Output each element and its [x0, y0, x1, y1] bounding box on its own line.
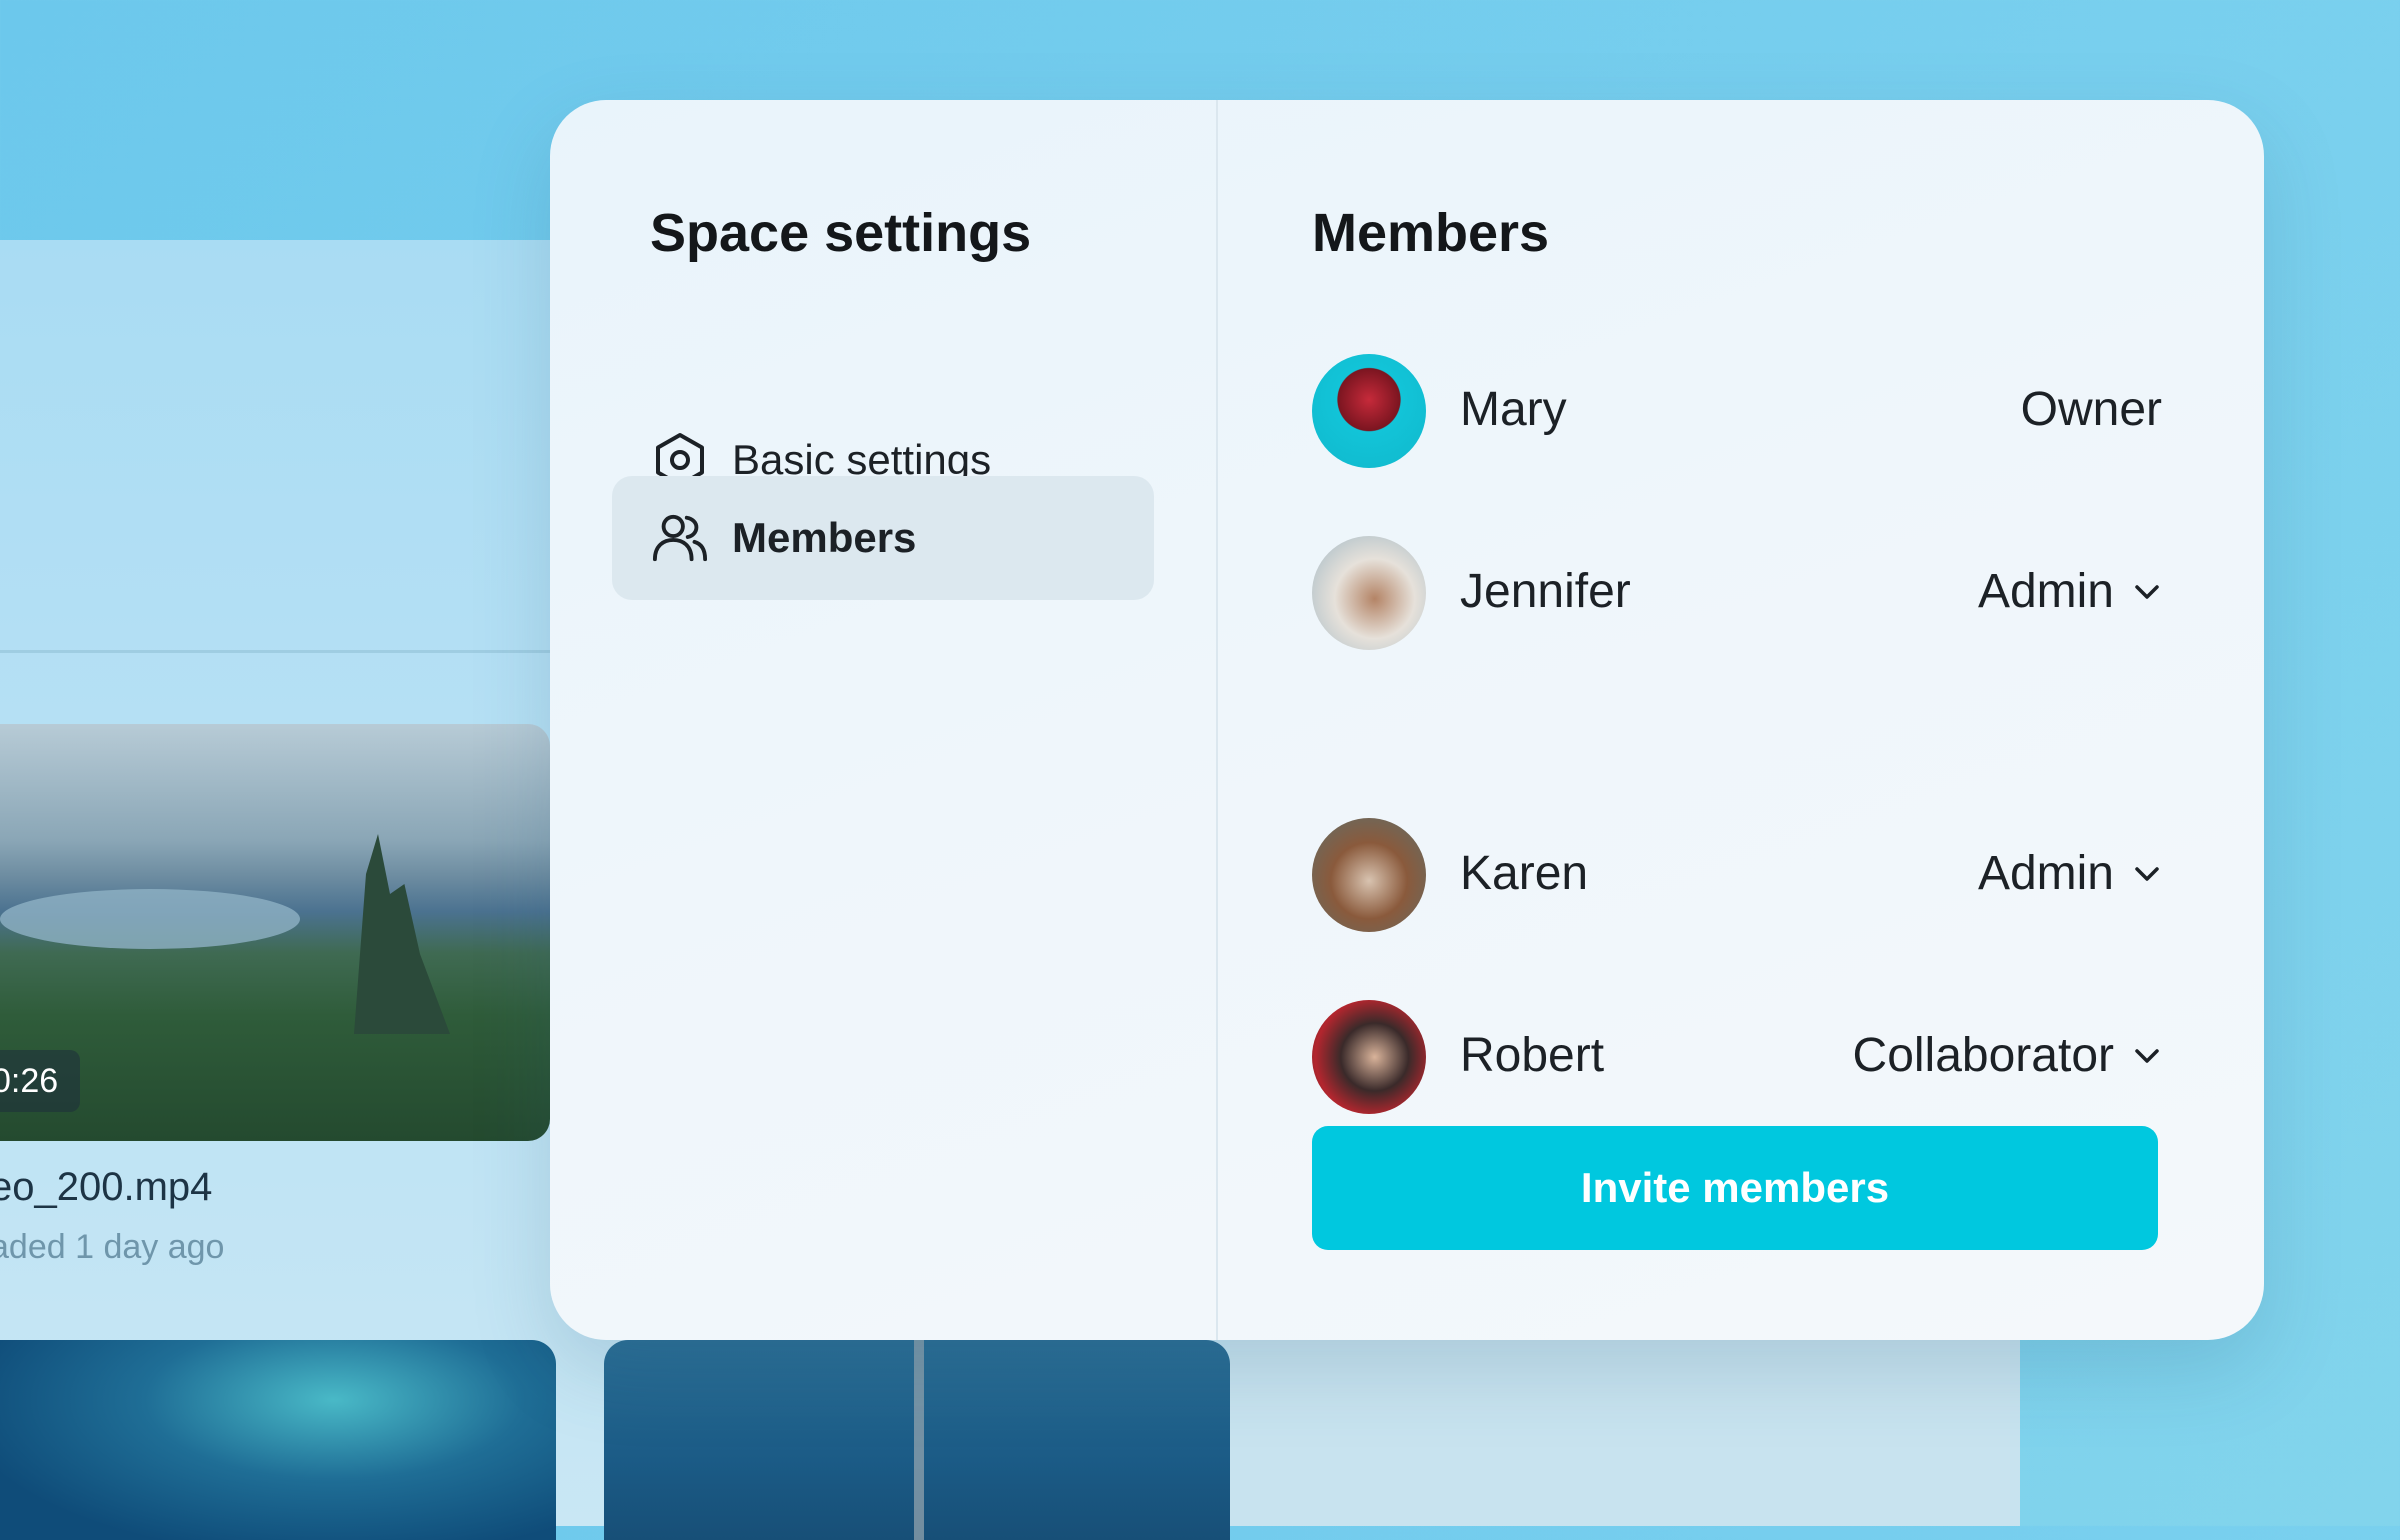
invite-members-button[interactable]: Invite members [1312, 1126, 2158, 1250]
member-role: Owner [2021, 382, 2162, 437]
chevron-down-icon [2132, 859, 2162, 889]
aurora-thumbnail[interactable] [0, 1340, 556, 1540]
thumbnail-lake [0, 889, 300, 949]
background-divider [0, 650, 550, 653]
role-dropdown[interactable]: Admin [1978, 846, 2162, 901]
member-name: Karen [1460, 847, 1589, 900]
avatar [1312, 1000, 1426, 1114]
avatar [1312, 818, 1426, 932]
member-role-label: Admin [1977, 565, 2114, 618]
thumbnail-mountain [354, 834, 450, 1034]
chevron-down-icon [2132, 577, 2162, 607]
background-panel [1230, 1340, 2020, 1526]
member-role-label: Admin [1977, 847, 2114, 900]
space-settings-modal: Space settings Basic settings Members Me… [550, 100, 2264, 1340]
member-row: Robert Collaborator [1312, 1000, 2162, 1116]
members-panel: Members Mary Owner Jennifer Admin Karen [550, 100, 2264, 1340]
avatar [1312, 536, 1426, 650]
chevron-down-icon [2132, 1041, 2162, 1071]
member-role-label: Collaborator [1852, 1029, 2114, 1082]
role-dropdown[interactable]: Admin [1978, 564, 2162, 619]
member-row: Jennifer Admin [1312, 536, 2162, 652]
member-name: Jennifer [1460, 565, 1631, 618]
video-upload-time: aded 1 day ago [0, 1228, 225, 1266]
video-file-name[interactable]: eo_200.mp4 [0, 1165, 212, 1210]
member-role-label: Owner [2020, 383, 2162, 436]
role-dropdown[interactable]: Collaborator [1853, 1028, 2162, 1083]
member-row: Karen Admin [1312, 818, 2162, 934]
member-row: Mary Owner [1312, 354, 2162, 470]
city-thumbnail[interactable] [604, 1340, 1230, 1540]
avatar [1312, 354, 1426, 468]
member-name: Mary [1460, 383, 1567, 436]
video-duration-badge: 0:26 [0, 1050, 80, 1112]
video-thumbnail[interactable] [0, 724, 550, 1141]
thumbnail-tower [914, 1340, 924, 1540]
member-name: Robert [1460, 1029, 1605, 1082]
members-title: Members [1312, 203, 1550, 263]
